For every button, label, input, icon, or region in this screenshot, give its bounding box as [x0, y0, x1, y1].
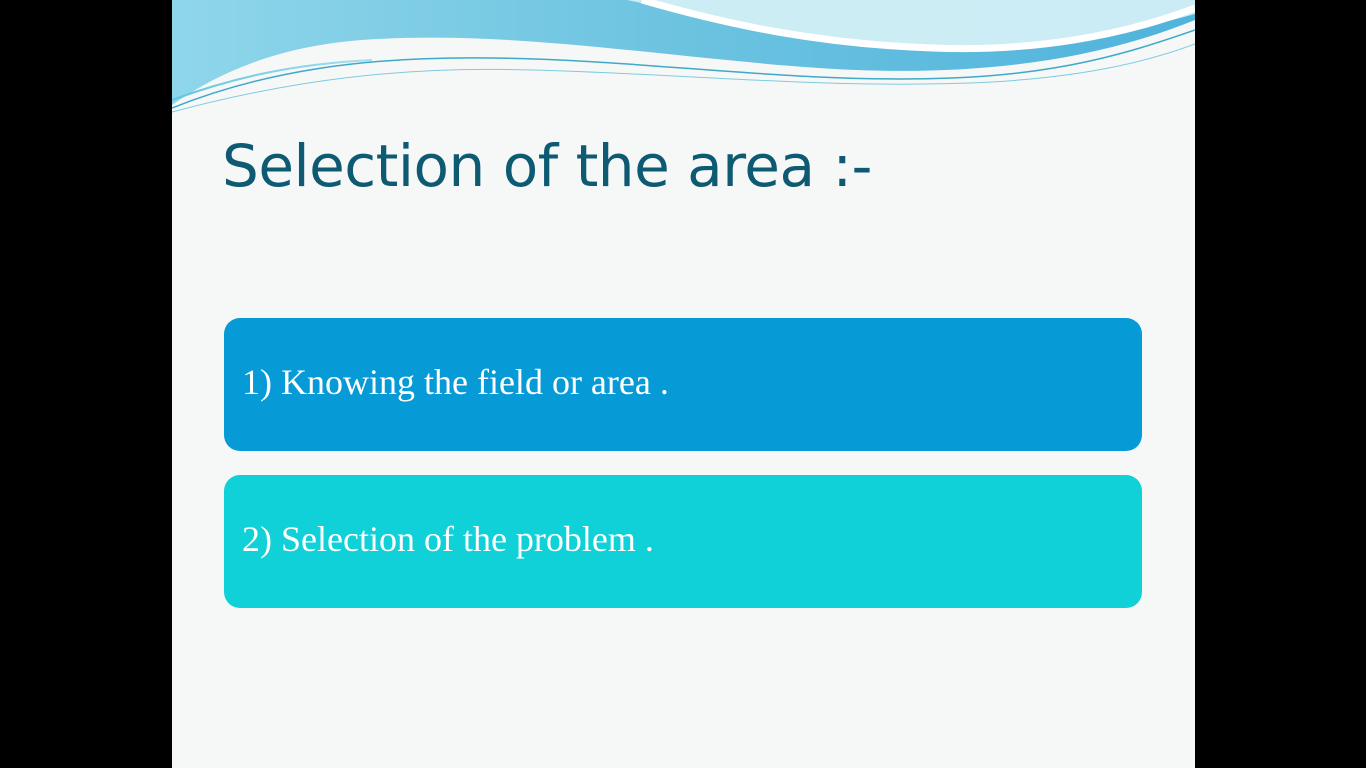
- list-item-1-label: 1) Knowing the field or area .: [242, 361, 669, 402]
- presentation-viewer: Selection of the area :- 1) Knowing the …: [0, 0, 1366, 768]
- slide: Selection of the area :- 1) Knowing the …: [172, 0, 1195, 768]
- slide-title: Selection of the area :-: [222, 132, 872, 200]
- decorative-wave-header: [172, 0, 1195, 113]
- list-item-2: 2) Selection of the problem .: [224, 475, 1142, 608]
- list-item-2-label: 2) Selection of the problem .: [242, 518, 654, 559]
- list-item-1: 1) Knowing the field or area .: [224, 318, 1142, 451]
